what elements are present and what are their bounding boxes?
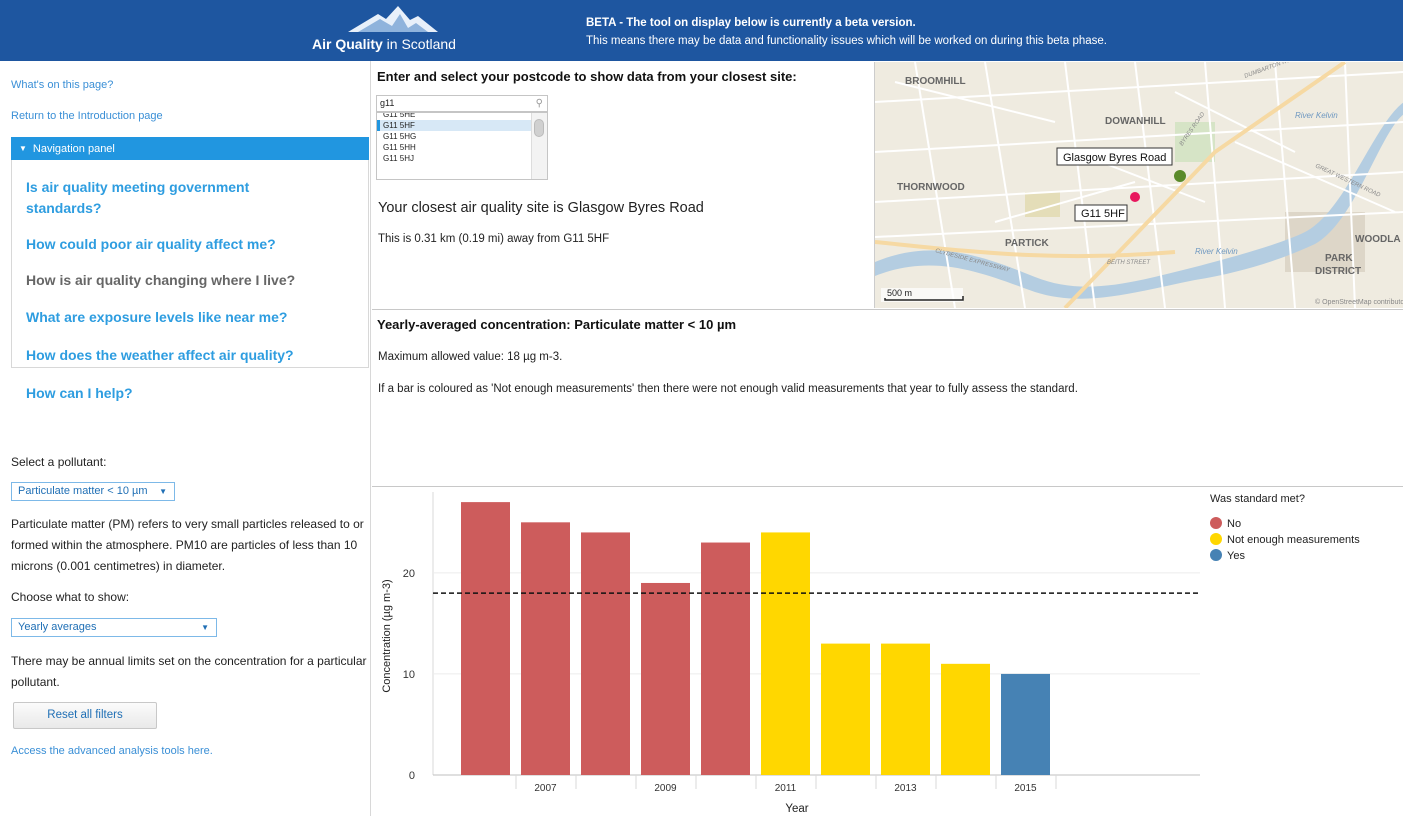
beta-title: BETA - The tool on display below is curr… [586,17,916,29]
postcode-search-value: g11 [380,98,395,108]
site-marker[interactable] [1174,170,1186,182]
bar-2011[interactable] [761,532,810,775]
postcode-option[interactable]: G11 5HH [377,142,547,153]
legend-swatch[interactable] [1210,517,1222,529]
legend-label[interactable]: Yes [1227,550,1245,562]
legend-swatch[interactable] [1210,533,1222,545]
limits-text: There may be annual limits set on the co… [11,654,367,689]
site-marker-label: Glasgow Byres Road [1063,152,1166,164]
mountain-logo-icon [348,6,438,32]
nav-item-exposure-levels[interactable]: What are exposure levels like near me? [26,307,326,328]
bar-2013[interactable] [881,643,930,775]
postcode-option[interactable]: G11 5HG [377,131,547,142]
beta-notice: BETA - The tool on display below is curr… [586,14,1107,50]
nav-item-government-standards[interactable]: Is air quality meeting government standa… [26,177,326,219]
postcode-title: Enter and select your postcode to show d… [377,69,797,84]
postcode-option[interactable]: G11 5HE [377,113,547,120]
dropdown-arrow-icon: ▼ [201,623,209,632]
show-select[interactable]: Yearly averages ▼ [11,618,217,637]
nav-item-changing-where-i-live[interactable]: How is air quality changing where I live… [26,270,326,291]
bar-2015[interactable] [1001,673,1050,775]
legend-title: Was standard met? [1210,493,1305,505]
map-label-park: PARK [1325,253,1353,264]
scrollbar-thumb[interactable] [534,119,544,137]
postcode-option-selected[interactable]: G11 5HF [377,120,547,131]
map-street-river-kelvin-south: River Kelvin [1195,247,1238,256]
y-axis-title: Concentration (µg m-3) [381,579,393,692]
pollutant-description: Particulate matter (PM) refers to very s… [11,517,364,573]
dropdown-arrow-icon: ▼ [159,487,167,496]
search-icon: ⚲ [535,98,543,109]
bar-2009[interactable] [641,582,690,775]
y-tick-label: 10 [403,669,415,681]
closest-site-text: Your closest air quality site is Glasgow… [378,200,704,216]
map-label-dowanhill: DOWANHILL [1105,116,1166,127]
x-tick-label: 2011 [775,783,797,794]
bar-2012[interactable] [821,643,870,775]
note-text: If a bar is coloured as 'Not enough meas… [378,383,1078,395]
whats-on-page-link[interactable]: What's on this page? [11,79,113,91]
max-allowed-text: Maximum allowed value: 18 µg m-3. [378,351,563,363]
return-intro-link[interactable]: Return to the Introduction page [11,110,163,122]
triangle-down-icon: ▼ [19,144,27,153]
section-divider [372,309,1403,310]
legend-swatch[interactable] [1210,549,1222,561]
bar-2007[interactable] [521,522,570,775]
legend-label[interactable]: No [1227,518,1241,530]
x-tick-label: 2013 [894,783,917,794]
bar-2010[interactable] [701,542,750,775]
bar-2006[interactable] [461,502,510,775]
pollutant-selected-value: Particulate matter < 10 µm [18,485,148,497]
distance-text: This is 0.31 km (0.19 mi) away from G11 … [378,233,610,245]
beta-description: This means there may be data and functio… [586,35,1107,47]
postcode-list[interactable]: G11 5HE G11 5HF G11 5HG G11 5HH G11 5HJ [376,112,548,180]
yearly-bar-chart[interactable]: 0 10 20 2007 2009 2011 2013 2015 Year Concentrati… [373,488,1403,816]
show-selected-value: Yearly averages [18,621,97,633]
x-tick-label: 2015 [1014,783,1037,794]
x-tick-label: 2007 [534,783,557,794]
section-divider [372,486,1403,487]
map-canvas[interactable]: BROOMHILL DOWANHILL THORNWOOD PARTICK WO… [875,62,1403,308]
y-tick-label: 20 [403,568,415,580]
map-label-thornwood: THORNWOOD [897,182,965,193]
logo-text: Air Quality in Scotland [312,36,456,52]
nav-item-affect-me[interactable]: How could poor air quality affect me? [26,234,326,255]
site-logo[interactable]: Air Quality in Scotland [300,6,500,56]
map-street-beith: BEITH STREET [1107,260,1151,266]
yearly-title: Yearly-averaged concentration: Particula… [377,317,736,332]
location-map[interactable]: BROOMHILL DOWANHILL THORNWOOD PARTICK WO… [874,62,1403,308]
pollutant-select[interactable]: Particulate matter < 10 µm ▼ [11,482,175,501]
bar-2008[interactable] [581,532,630,775]
list-scrollbar[interactable] [531,113,547,179]
site-header: Air Quality in Scotland BETA - The tool … [0,0,1403,61]
navigation-panel-label: Navigation panel [32,143,115,155]
postcode-marker[interactable] [1130,192,1140,202]
bar-2014[interactable] [941,663,990,775]
map-street-river-kelvin: River Kelvin [1295,111,1338,120]
postcode-marker-label: G11 5HF [1081,208,1125,220]
select-pollutant-label: Select a pollutant: [11,455,107,469]
choose-show-label: Choose what to show: [11,590,130,604]
map-scale: 500 m [887,288,912,298]
postcode-option[interactable]: G11 5HJ [377,153,547,164]
map-label-district: DISTRICT [1315,266,1361,277]
y-tick-label: 0 [409,770,415,782]
map-attribution[interactable]: © OpenStreetMap contributors [1315,298,1403,306]
nav-item-how-can-i-help[interactable]: How can I help? [26,383,326,404]
navigation-panel-toggle[interactable]: ▼ Navigation panel [11,137,369,160]
nav-item-weather[interactable]: How does the weather affect air quality? [26,345,326,366]
chart-svg[interactable]: 0 10 20 2007 2009 2011 2013 2015 Year Concentrati… [373,488,1403,816]
x-tick-label: 2009 [654,783,677,794]
map-label-broomhill: BROOMHILL [905,76,966,87]
map-label-woodlands: WOODLA [1355,234,1401,245]
postcode-search-input[interactable]: g11 ⚲ [376,95,548,112]
advanced-tools-link[interactable]: Access the advanced analysis tools here. [11,745,213,757]
legend-label[interactable]: Not enough measurements [1227,534,1360,546]
x-axis-title: Year [785,803,808,815]
map-label-partick: PARTICK [1005,238,1049,249]
reset-filters-button[interactable]: Reset all filters [13,702,157,729]
